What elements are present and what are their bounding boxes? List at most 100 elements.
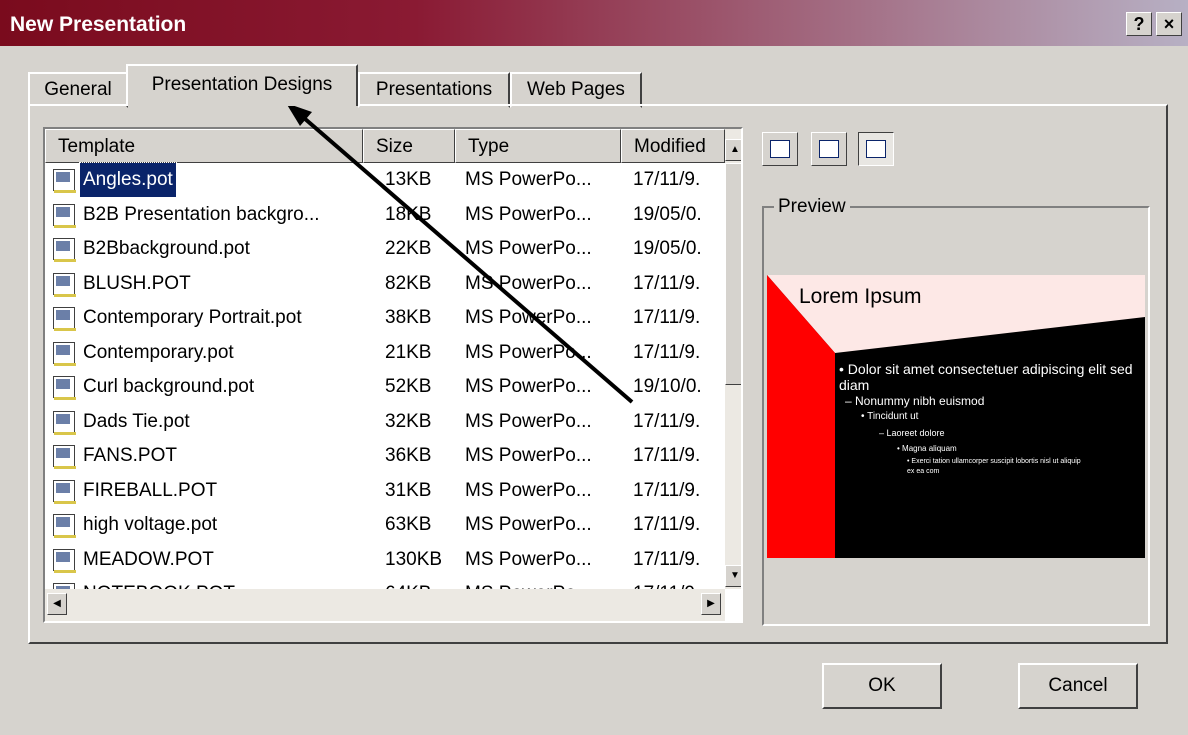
close-button[interactable]: × [1156, 12, 1182, 36]
template-file-icon [53, 410, 76, 435]
template-modified: 19/05/0. [633, 203, 702, 225]
scroll-right-arrow-icon[interactable]: ▶ [701, 593, 721, 615]
slide-bullet-5: • Magna aliquam [897, 444, 957, 453]
table-row[interactable]: MEADOW.POT 130KB MS PowerPo... 17/11/9. [45, 543, 725, 578]
table-row[interactable]: FANS.POT 36KB MS PowerPo... 17/11/9. [45, 439, 725, 474]
vertical-scrollbar[interactable]: ▲ ▼ [725, 129, 741, 589]
template-modified: 19/10/0. [633, 376, 702, 397]
cancel-button[interactable]: Cancel [1018, 663, 1138, 709]
vertical-scroll-thumb[interactable] [725, 163, 741, 385]
table-row[interactable]: B2Bbackground.pot 22KB MS PowerPo... 19/05/… [45, 232, 725, 267]
tab-general[interactable]: General [28, 72, 128, 108]
template-name: B2B Presentation backgro... [83, 203, 320, 225]
preview-label: Preview [774, 196, 850, 218]
template-size: 130KB [385, 548, 443, 570]
template-name: MEADOW.POT [83, 548, 214, 570]
details-view-icon [866, 140, 886, 158]
template-name: Contemporary.pot [83, 341, 234, 363]
template-type: MS PowerPo... [465, 514, 592, 535]
table-row[interactable]: Dads Tie.pot 32KB MS PowerPo... 17/11/9. [45, 405, 725, 440]
scroll-left-arrow-icon[interactable]: ◀ [47, 593, 67, 615]
template-file-icon [53, 307, 76, 331]
template-name: Angles.pot [79, 162, 177, 198]
template-type: MS PowerPo... [465, 169, 592, 190]
tab-presentations[interactable]: Presentations [358, 72, 510, 108]
column-header-template[interactable]: Template [45, 129, 363, 163]
template-size: 52KB [385, 376, 432, 397]
template-modified: 17/11/9. [633, 169, 701, 190]
template-size: 63KB [385, 514, 432, 535]
template-type: MS PowerPo... [465, 272, 592, 294]
template-size: 38KB [385, 307, 432, 328]
table-row[interactable]: Angles.pot 13KB MS PowerPo... 17/11/9. [45, 162, 725, 198]
ok-button[interactable]: OK [822, 663, 942, 709]
template-type: MS PowerPo... [465, 203, 592, 225]
template-size: 22KB [385, 238, 432, 259]
table-row[interactable]: B2B Presentation backgro... 18KB MS PowerP… [45, 198, 725, 233]
template-type: MS PowerPo... [465, 307, 592, 328]
template-size: 36KB [385, 445, 432, 466]
table-row[interactable]: high voltage.pot 63KB MS PowerPo... 17/11/9… [45, 508, 725, 543]
large-icons-view-icon [770, 140, 790, 158]
table-row[interactable]: FIREBALL.POT 31KB MS PowerPo... 17/11/9. [45, 474, 725, 509]
horizontal-scrollbar[interactable]: ◀ ▶ [45, 589, 725, 621]
template-file-icon [53, 514, 76, 538]
help-button[interactable]: ? [1126, 12, 1152, 36]
slide-body: • Dolor sit amet consectetuer adipiscing… [839, 361, 1145, 477]
tab-web-pages[interactable]: Web Pages [510, 72, 642, 108]
table-row[interactable]: Contemporary Portrait.pot 38KB MS PowerPo.… [45, 301, 725, 336]
template-modified: 17/11/9. [633, 307, 701, 328]
template-file-icon [53, 169, 76, 193]
template-size: 18KB [385, 203, 432, 225]
template-modified: 19/05/0. [633, 238, 702, 259]
template-name: Contemporary Portrait.pot [83, 307, 302, 328]
template-type: MS PowerPo... [465, 376, 592, 397]
template-size: 13KB [385, 169, 432, 190]
column-header-modified[interactable]: Modified [621, 129, 725, 163]
template-name: BLUSH.POT [83, 272, 191, 294]
template-name: FANS.POT [83, 445, 177, 466]
template-list[interactable]: Template Size Type Modified Angles.pot 13… [43, 127, 743, 623]
template-name: Dads Tie.pot [83, 410, 190, 432]
template-size: 31KB [385, 479, 432, 501]
template-modified: 17/11/9. [633, 445, 701, 466]
list-header: Template Size Type Modified [45, 129, 725, 163]
template-name: Curl background.pot [83, 376, 255, 397]
table-row[interactable]: Curl background.pot 52KB MS PowerPo... 19/1… [45, 370, 725, 405]
template-file-icon [53, 341, 76, 366]
template-type: MS PowerPo... [465, 479, 592, 501]
window-title: New Presentation [10, 13, 187, 36]
template-modified: 17/11/9. [633, 272, 701, 294]
template-modified: 17/11/9. [633, 514, 701, 535]
table-row[interactable]: BLUSH.POT 82KB MS PowerPo... 17/11/9. [45, 267, 725, 302]
template-file-icon [53, 272, 76, 297]
table-row[interactable]: Contemporary.pot 21KB MS PowerPo... 17/11/9… [45, 336, 725, 371]
slide-bullet-4: – Laoreet dolore [879, 428, 945, 438]
template-file-icon [53, 203, 76, 228]
slide-title: Lorem Ipsum [799, 285, 922, 308]
template-file-icon [53, 376, 76, 400]
preview-slide: Lorem Ipsum • Dolor sit amet consectetue… [767, 275, 1145, 558]
template-type: MS PowerPo... [465, 238, 592, 259]
slide-bullet-3: • Tincidunt ut [861, 411, 919, 422]
tab-presentation-designs[interactable]: Presentation Designs [126, 64, 358, 106]
list-view-button[interactable] [811, 132, 847, 166]
template-modified: 17/11/9. [633, 410, 701, 432]
title-bar[interactable]: New Presentation ? × [0, 0, 1188, 46]
template-file-icon [53, 445, 76, 469]
details-view-button[interactable] [858, 132, 894, 166]
template-type: MS PowerPo... [465, 341, 592, 363]
scroll-down-arrow-icon[interactable]: ▼ [725, 565, 741, 587]
template-type: MS PowerPo... [465, 445, 592, 466]
slide-bullet-6: • Exerci tation ullamcorper suscipit lob… [907, 458, 1081, 475]
scroll-up-arrow-icon[interactable]: ▲ [725, 139, 741, 161]
template-file-icon [53, 548, 76, 573]
column-header-type[interactable]: Type [455, 129, 621, 163]
large-icons-view-button[interactable] [762, 132, 798, 166]
column-header-size[interactable]: Size [363, 129, 455, 163]
template-size: 21KB [385, 341, 432, 363]
template-size: 82KB [385, 272, 432, 294]
template-file-icon [53, 479, 76, 504]
list-rows: Angles.pot 13KB MS PowerPo... 17/11/9. B2B P… [45, 162, 725, 612]
template-modified: 17/11/9. [633, 548, 701, 570]
